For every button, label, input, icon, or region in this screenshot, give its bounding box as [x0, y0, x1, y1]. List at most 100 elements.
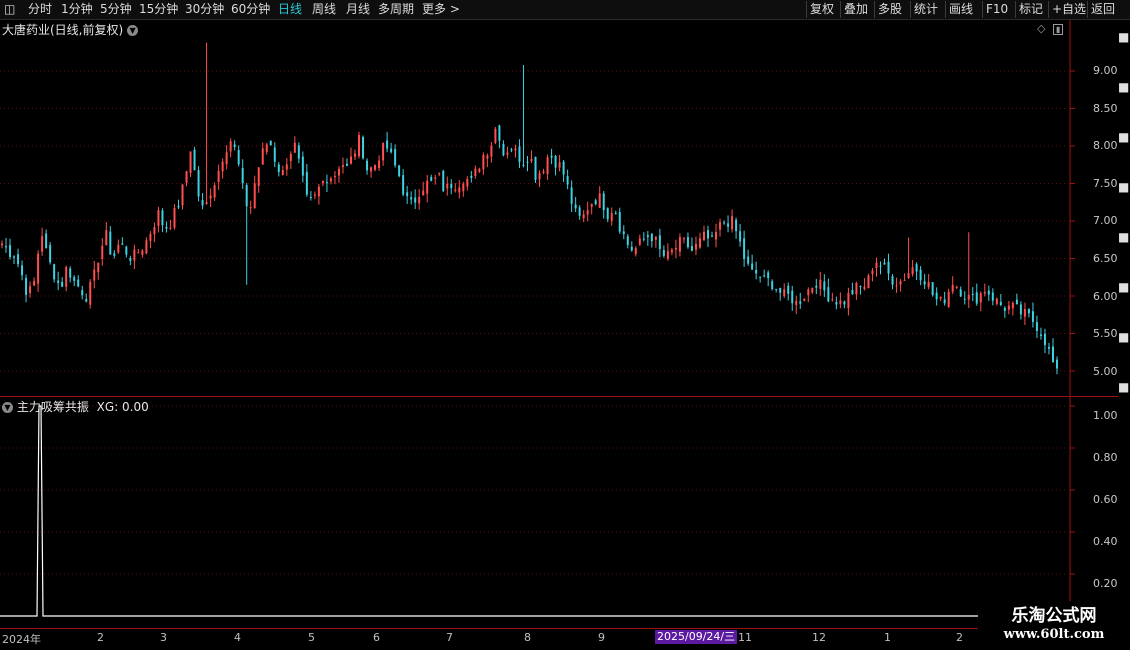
candle-body: [574, 204, 577, 209]
y-tick: 8.50: [1093, 102, 1118, 115]
candle-body: [37, 253, 40, 284]
x-tick: 2024年: [2, 633, 41, 646]
right-info-strip: ■ ■ ■ ■ ■ ■ ■ ■: [1118, 30, 1130, 394]
candle-body: [606, 208, 609, 220]
candle-body: [1003, 307, 1006, 311]
candle-body: [418, 196, 421, 204]
kline-chart[interactable]: [0, 0, 1118, 630]
candle-body: [919, 269, 922, 281]
candle-body: [951, 284, 954, 292]
candle-body: [867, 275, 870, 289]
candle-body: [402, 175, 405, 195]
watermark-logo: 乐淘公式网 www.60lt.com: [978, 601, 1130, 650]
candle-body: [438, 173, 441, 175]
candle-body: [9, 245, 12, 258]
candle-body: [221, 161, 224, 172]
candle-body: [534, 156, 537, 180]
candle-body: [89, 281, 92, 305]
candle-body: [791, 290, 794, 304]
candle-body: [1031, 311, 1034, 322]
candle-body: [73, 277, 76, 281]
candle-body: [999, 301, 1002, 306]
candle-body: [317, 186, 320, 197]
candle-body: [121, 243, 124, 245]
candle-body: [165, 226, 168, 229]
candle-body: [297, 145, 300, 159]
x-tick: 7: [446, 631, 453, 644]
candle-body: [197, 170, 200, 197]
candle-body: [289, 153, 292, 162]
candle-body: [13, 256, 16, 258]
candle-body: [947, 291, 950, 307]
indicator-lines: [0, 405, 1000, 617]
candlesticks: [1, 42, 1058, 375]
main-panel-title[interactable]: 大唐药业(日线,前复权) ▼: [2, 21, 139, 38]
candle-body: [69, 268, 72, 278]
candle-body: [975, 292, 978, 304]
candle-body: [454, 189, 457, 192]
candle-body: [189, 151, 192, 173]
candle-body: [827, 287, 830, 302]
x-tick: 9: [598, 631, 605, 644]
candle-body: [891, 276, 894, 285]
candle-body: [434, 177, 437, 179]
candle-body: [185, 171, 188, 183]
candle-body: [811, 287, 814, 293]
x-tick: 3: [160, 631, 167, 644]
candle-body: [614, 213, 617, 215]
candle-body: [907, 273, 910, 278]
candle-body: [702, 231, 705, 241]
x-tick: 2: [956, 631, 963, 644]
candle-body: [883, 262, 886, 265]
candle-body: [775, 288, 778, 290]
candle-body: [125, 246, 128, 255]
candle-body: [815, 285, 818, 288]
candle-body: [1007, 305, 1010, 310]
candle-body: [510, 149, 513, 151]
candle-body: [698, 238, 701, 248]
candle-body: [345, 163, 348, 166]
y-tick: 7.00: [1093, 214, 1118, 227]
candle-body: [378, 160, 381, 169]
candle-body: [530, 158, 533, 162]
y-tick: 9.00: [1093, 64, 1118, 77]
candle-body: [787, 285, 790, 294]
candle-body: [382, 142, 385, 161]
watermark-url: www.60lt.com: [1003, 627, 1105, 642]
y-tick: 6.00: [1093, 290, 1118, 303]
candle-body: [739, 231, 742, 242]
candle-body: [466, 178, 469, 187]
candle-body: [29, 286, 32, 294]
diamond-icon[interactable]: ◇: [1037, 22, 1045, 35]
candle-body: [129, 257, 132, 261]
window-icon[interactable]: ▮: [1052, 24, 1064, 35]
candle-body: [690, 246, 693, 251]
candle-body: [57, 280, 60, 283]
candle-body: [955, 286, 958, 288]
candle-body: [301, 156, 304, 176]
candle-body: [983, 292, 986, 294]
candle-body: [17, 254, 20, 265]
candle-body: [97, 262, 100, 273]
candle-body: [277, 164, 280, 173]
candle-body: [25, 278, 28, 295]
y-tick: 7.50: [1093, 177, 1118, 190]
candle-body: [779, 287, 782, 293]
candle-body: [795, 300, 798, 306]
candle-body: [1043, 333, 1046, 346]
candle-body: [386, 140, 389, 149]
candle-body: [313, 194, 316, 196]
chevron-down-icon[interactable]: ▼: [2, 402, 13, 413]
candle-body: [678, 237, 681, 252]
candle-body: [582, 214, 585, 219]
candle-body: [586, 210, 589, 215]
candle-body: [349, 156, 352, 164]
ind-y-tick: 1.00: [1093, 409, 1118, 422]
watermark-name: 乐淘公式网: [1011, 606, 1097, 626]
chevron-down-icon[interactable]: ▼: [127, 25, 139, 36]
candle-body: [305, 172, 308, 195]
candle-body: [486, 155, 489, 159]
candle-body: [686, 237, 689, 248]
indicator-panel-title[interactable]: ▼ 主力吸筹共振 XG: 0.00: [2, 398, 149, 415]
candle-body: [245, 185, 248, 207]
